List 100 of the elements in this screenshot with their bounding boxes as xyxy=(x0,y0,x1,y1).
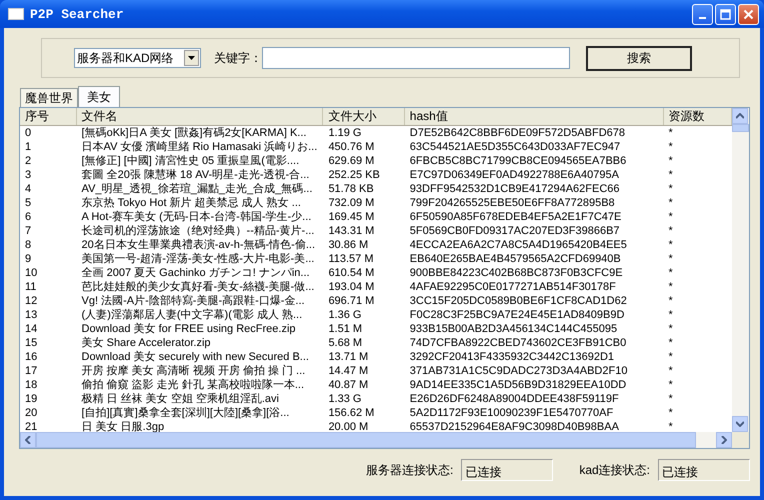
column-header[interactable]: hash值 xyxy=(404,108,664,125)
maximize-icon xyxy=(720,8,731,20)
table-cell-text: 美女 Share Accelerator.zip xyxy=(80,336,212,350)
table-cell-text: 3CC15F205DC0589B0BE6F1CF8CAD1D62 xyxy=(408,294,628,308)
table-cell-text: 16 xyxy=(24,350,38,364)
table-cell-text: * xyxy=(668,364,674,378)
table-cell-text: 63C544521AE5D355C643D033AF7EC947 xyxy=(408,140,622,154)
table-cell-text: 14.47 M xyxy=(327,364,370,378)
table-cell-text: 20名日本女生畢業典禮表演-av-h-無碼-情色-偷... xyxy=(80,238,316,252)
table-cell-text: * xyxy=(668,154,674,168)
dropdown-arrow-icon xyxy=(188,56,195,60)
table-cell-text: 10 xyxy=(24,266,38,280)
table-cell-text: AV_明星_透視_徐若瑄_漏點_走光_合成_無碼... xyxy=(80,182,314,196)
table-cell-text: * xyxy=(668,322,674,336)
table-cell-text: [無修正] [中國] 清宮性史 05 重振皇風(電影.... xyxy=(80,154,300,168)
table-cell-text: 40.87 M xyxy=(327,378,370,392)
table-cell-text: 74D7CFBA8922CBED743602CE3FB91CB0 xyxy=(408,336,628,350)
search-button[interactable]: 搜索 xyxy=(586,46,692,70)
column-header[interactable]: 文件名 xyxy=(76,108,324,125)
table-cell-text: 6FBCB5C8BC71799CB8CE094565EA7BB6 xyxy=(408,154,628,168)
table-cell-text: Vg! 法國-A片-陰部特寫-美腿-高跟鞋-口爆-金... xyxy=(80,294,306,308)
table-cell-text: 12 xyxy=(24,294,38,308)
table-cell-text: 11 xyxy=(24,280,38,294)
table-cell-text: 日本AV 女優 濱崎里緒 Rio Hamasaki 浜崎りお... xyxy=(80,140,318,154)
table-cell-text: 65537D2152964E8AF9C3098D40B98BAA xyxy=(408,420,620,432)
table-cell-text: 极精 日 丝袜 美女 空姐 空乘机组淫乱.avi xyxy=(80,392,280,406)
table-cell-text: 4ECCA2EA6A2C7A8C5A4D1965420B4EE5 xyxy=(408,238,628,252)
table-cell-text: * xyxy=(668,280,674,294)
table-cell-text: 450.76 M xyxy=(327,140,376,154)
tab[interactable]: 魔兽世界 xyxy=(20,88,78,107)
table-cell-text: * xyxy=(668,210,674,224)
table-cell-text: * xyxy=(668,238,674,252)
table-cell-text: 156.62 M xyxy=(327,406,376,420)
table-cell-text: 113.57 M xyxy=(327,252,374,266)
table-cell-text: 17 xyxy=(24,364,38,378)
table-cell-text: 1.33 G xyxy=(327,392,362,406)
table-cell-text: [自拍][真實]桑拿全套[深圳][大陸][桑拿][浴... xyxy=(80,406,290,420)
table-cell-text: * xyxy=(668,224,674,238)
table-cell-text: 8 xyxy=(24,238,32,252)
keyword-label: 关键字： xyxy=(214,50,262,66)
table-cell-text: 13 xyxy=(24,308,38,322)
maximize-button[interactable] xyxy=(715,4,736,24)
table-cell-text: 696.71 M xyxy=(327,294,376,308)
table-cell-text: 5.68 M xyxy=(327,336,364,350)
table-cell-text: 20.00 M xyxy=(327,420,370,432)
table-cell-text: D7E52B642C8BBF6DE09F572D5ABFD678 xyxy=(408,126,626,140)
table-cell-text: 日 美女 日服.3gp xyxy=(80,420,166,432)
table-cell-text: 开房 按摩 美女 高清晰 视频 开房 偷拍 操 门 ... xyxy=(80,364,306,378)
keyword-input[interactable] xyxy=(262,47,570,69)
close-icon xyxy=(743,8,754,20)
tab[interactable]: 美女 xyxy=(78,86,120,107)
table-cell-text: E7C97D06349EF0AD4922788E6A40795A xyxy=(408,168,620,182)
table-cell-text: * xyxy=(668,406,674,420)
minimize-button[interactable] xyxy=(692,4,713,24)
column-header[interactable]: 文件大小 xyxy=(323,108,405,125)
table-cell-text: * xyxy=(668,168,674,182)
table-cell-text: 933B15B00AB2D3A456134C144C455095 xyxy=(408,322,618,336)
close-button[interactable] xyxy=(738,4,759,24)
table-cell-text: Download 美女 for FREE using RecFree.zip xyxy=(80,322,297,336)
scrollbar-corner xyxy=(732,432,749,448)
table-cell-text: 4 xyxy=(24,182,32,196)
table-cell-text: * xyxy=(668,126,674,140)
column-header[interactable]: 序号 xyxy=(20,108,77,125)
table-cell-text: 610.54 M xyxy=(327,266,376,280)
table-cell-text: 6 xyxy=(24,210,32,224)
table-cell-text: 19 xyxy=(24,392,38,406)
app-icon xyxy=(8,8,24,20)
table-cell-text: * xyxy=(668,350,674,364)
table-cell-text: 3 xyxy=(24,168,32,182)
table-cell-text: 偷拍 偷窺 盜影 走光 針孔 某高校啦啦隊一本... xyxy=(80,378,305,392)
table-cell-text: 东京热 Tokyo Hot 新片 超美禁忌 成人 熟女 ... xyxy=(80,196,302,210)
status-value: 已连接 xyxy=(461,459,554,481)
table-cell-text: 169.45 M xyxy=(327,210,376,224)
table-cell-text: * xyxy=(668,336,674,350)
table-cell-text: 252.25 KB xyxy=(327,168,381,182)
table-cell-text: 套圖 全20張 陳慧琳 18 AV-明星-走光-透視-合... xyxy=(80,168,310,182)
table-cell-text: * xyxy=(668,392,674,406)
table-cell-text: 7 xyxy=(24,224,32,238)
table-cell-text: 900BBE84223C402B68BC873F0B3CFC9E xyxy=(408,266,624,280)
table-cell-text: 13.71 M xyxy=(327,350,370,364)
table-cell-text: 51.78 KB xyxy=(327,182,375,196)
table-cell-text: * xyxy=(668,294,674,308)
table-cell-text: 全画 2007 夏天 Gachinko ガチンコ! ナンパin... xyxy=(80,266,311,280)
table-cell-text: 5A2D1172F93E10090239F1E5470770AF xyxy=(408,406,614,420)
table-cell-text: * xyxy=(668,196,674,210)
table-cell-text: [無碼oKk]日A 美女 [獸姦]有碼2女[KARMA] K... xyxy=(80,126,308,140)
table-cell-text: 1.51 M xyxy=(327,322,364,336)
table-cell-text: (人妻)淫蕩鄰居人妻(中文字幕)(電影 成人 熟... xyxy=(80,308,304,322)
table-cell-text: 9AD14EE335C1A5D56B9D31829EEA10DD xyxy=(408,378,628,392)
table-cell-text: 4AFAE92295C0E0177271AB514F30178F xyxy=(408,280,617,294)
vertical-scrollbar[interactable] xyxy=(732,108,749,448)
table-cell-text: 21 xyxy=(24,420,38,432)
table-cell-text: 美国第一号-超清-淫荡-美女-性感-大片-电影-美... xyxy=(80,252,316,266)
scroll-thumb[interactable] xyxy=(732,124,749,132)
table-cell-text: 1.36 G xyxy=(327,308,362,322)
network-dropdown[interactable]: 服务器和KAD网络 xyxy=(74,48,201,68)
table-cell-text: * xyxy=(668,308,674,322)
table-cell-text: 2 xyxy=(24,154,32,168)
table-cell-text: 长途司机的淫荡旅途（绝对经典）--精品-黄片-... xyxy=(80,224,316,238)
table-cell-text: 18 xyxy=(24,378,38,392)
